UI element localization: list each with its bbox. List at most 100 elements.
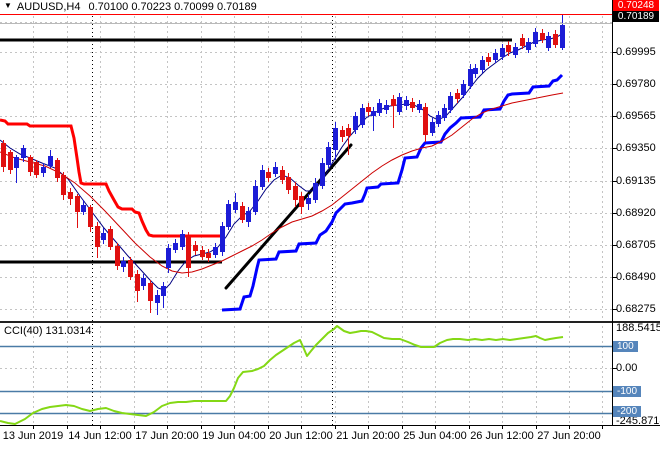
- candle-body: [115, 246, 120, 266]
- time-axis-label: 19 Jun 04:00: [202, 430, 266, 442]
- candle-body: [473, 68, 478, 74]
- candle-body: [286, 177, 291, 190]
- candle-body: [233, 202, 238, 210]
- candle-body: [14, 157, 19, 168]
- candle-body: [468, 69, 473, 86]
- candle-body: [8, 152, 13, 170]
- time-axis-label: 14 Jun 12:00: [68, 430, 132, 442]
- price-axis-label: 0.69565: [616, 110, 656, 122]
- cci-axis-label: 188.5415: [616, 322, 660, 334]
- bid-price-box: 0.70189: [613, 11, 659, 22]
- candle-body: [193, 245, 198, 251]
- candle-body: [397, 97, 402, 112]
- candle-body: [506, 45, 511, 52]
- candle-body: [391, 99, 396, 106]
- candle-body: [513, 47, 518, 55]
- time-axis-label: 26 Jun 12:00: [470, 430, 534, 442]
- candle-body: [108, 229, 113, 247]
- candle-body: [186, 236, 191, 268]
- candle-body: [148, 283, 153, 301]
- candle-body: [280, 170, 285, 180]
- candle-body: [220, 226, 225, 252]
- candle-body: [461, 84, 466, 95]
- candle-body: [377, 103, 382, 113]
- symbol-timeframe: AUDUSD,H4: [16, 1, 81, 13]
- candle-body: [384, 105, 389, 110]
- candle-body: [101, 233, 106, 240]
- cci-level-box: -100: [613, 386, 642, 397]
- cci-level-box: 100: [613, 341, 638, 352]
- candle-body: [455, 93, 460, 99]
- symbol-dropdown-icon[interactable]: ▼: [4, 1, 12, 10]
- candle-body: [28, 157, 33, 172]
- candle-body: [1, 143, 6, 167]
- candle-body: [266, 172, 271, 178]
- mt4-chart-window: ▼ AUDUSD,H4 0.70100 0.70223 0.70099 0.7018…: [0, 0, 660, 450]
- candle-body: [48, 156, 53, 166]
- candle-body: [313, 183, 318, 200]
- price-axis-label: 0.68275: [616, 303, 656, 315]
- candle-body: [34, 162, 39, 175]
- price-axis-label: 0.69135: [616, 175, 656, 187]
- candle-body: [273, 167, 278, 174]
- candle-body: [410, 102, 415, 108]
- candle-body: [546, 36, 551, 48]
- time-axis-label: 17 Jun 20:00: [135, 430, 199, 442]
- time-axis-label: 25 Jun 04:00: [403, 430, 467, 442]
- candle-body: [166, 248, 171, 268]
- candle-body: [333, 128, 338, 150]
- candle-body: [81, 205, 86, 212]
- chart-title[interactable]: ▼ AUDUSD,H4 0.70100 0.70223 0.70099 0.7018…: [4, 1, 257, 14]
- candle-body: [448, 96, 453, 110]
- candle-body: [135, 274, 140, 291]
- candle-body: [88, 207, 93, 227]
- candle-body: [21, 148, 26, 158]
- candle-body: [442, 108, 447, 118]
- candle-body: [360, 108, 365, 125]
- chart-canvas[interactable]: [0, 0, 660, 450]
- candle-body: [540, 33, 545, 40]
- candle-body: [306, 198, 311, 204]
- price-axis-label: 0.68490: [616, 271, 656, 283]
- price-axis-label: 0.69995: [616, 46, 656, 58]
- candle-body: [41, 167, 46, 173]
- cci-line: [0, 325, 564, 425]
- candle-body: [533, 32, 538, 44]
- candle-body: [500, 48, 505, 57]
- candle-body: [206, 253, 211, 258]
- candle-body: [480, 60, 485, 70]
- candle-body: [260, 170, 265, 187]
- candle-body: [180, 234, 185, 247]
- candle-body: [173, 243, 178, 250]
- cci-level-box: -200: [613, 406, 642, 417]
- candles-layer: [1, 14, 565, 315]
- price-axis-label: 0.69780: [616, 78, 656, 90]
- candle-body: [423, 107, 428, 135]
- supertrend-up-line: [221, 73, 564, 312]
- candle-body: [486, 57, 491, 62]
- candle-body: [95, 226, 100, 247]
- candle-body: [417, 104, 422, 110]
- candle-body: [520, 38, 525, 46]
- candle-body: [320, 163, 325, 186]
- candle-body: [128, 260, 133, 277]
- price-axis-label: 0.69350: [616, 142, 656, 154]
- price-axis-label: 0.68705: [616, 239, 656, 251]
- candle-body: [366, 107, 371, 112]
- candle-body: [253, 186, 258, 212]
- candle-body: [340, 130, 345, 137]
- candle-body: [200, 250, 205, 257]
- candle-body: [371, 111, 376, 116]
- candle-body: [326, 147, 331, 165]
- candle-body: [553, 34, 558, 45]
- candle-body: [246, 211, 251, 222]
- candle-body: [213, 247, 218, 255]
- candle-body: [560, 25, 565, 48]
- panel-separator: [0, 321, 660, 323]
- candle-body: [353, 116, 358, 130]
- candle-body: [161, 286, 166, 296]
- candle-body: [155, 295, 160, 303]
- candle-body: [404, 100, 409, 106]
- candle-body: [346, 128, 351, 136]
- ask-price-box: 0.70248: [613, 0, 659, 11]
